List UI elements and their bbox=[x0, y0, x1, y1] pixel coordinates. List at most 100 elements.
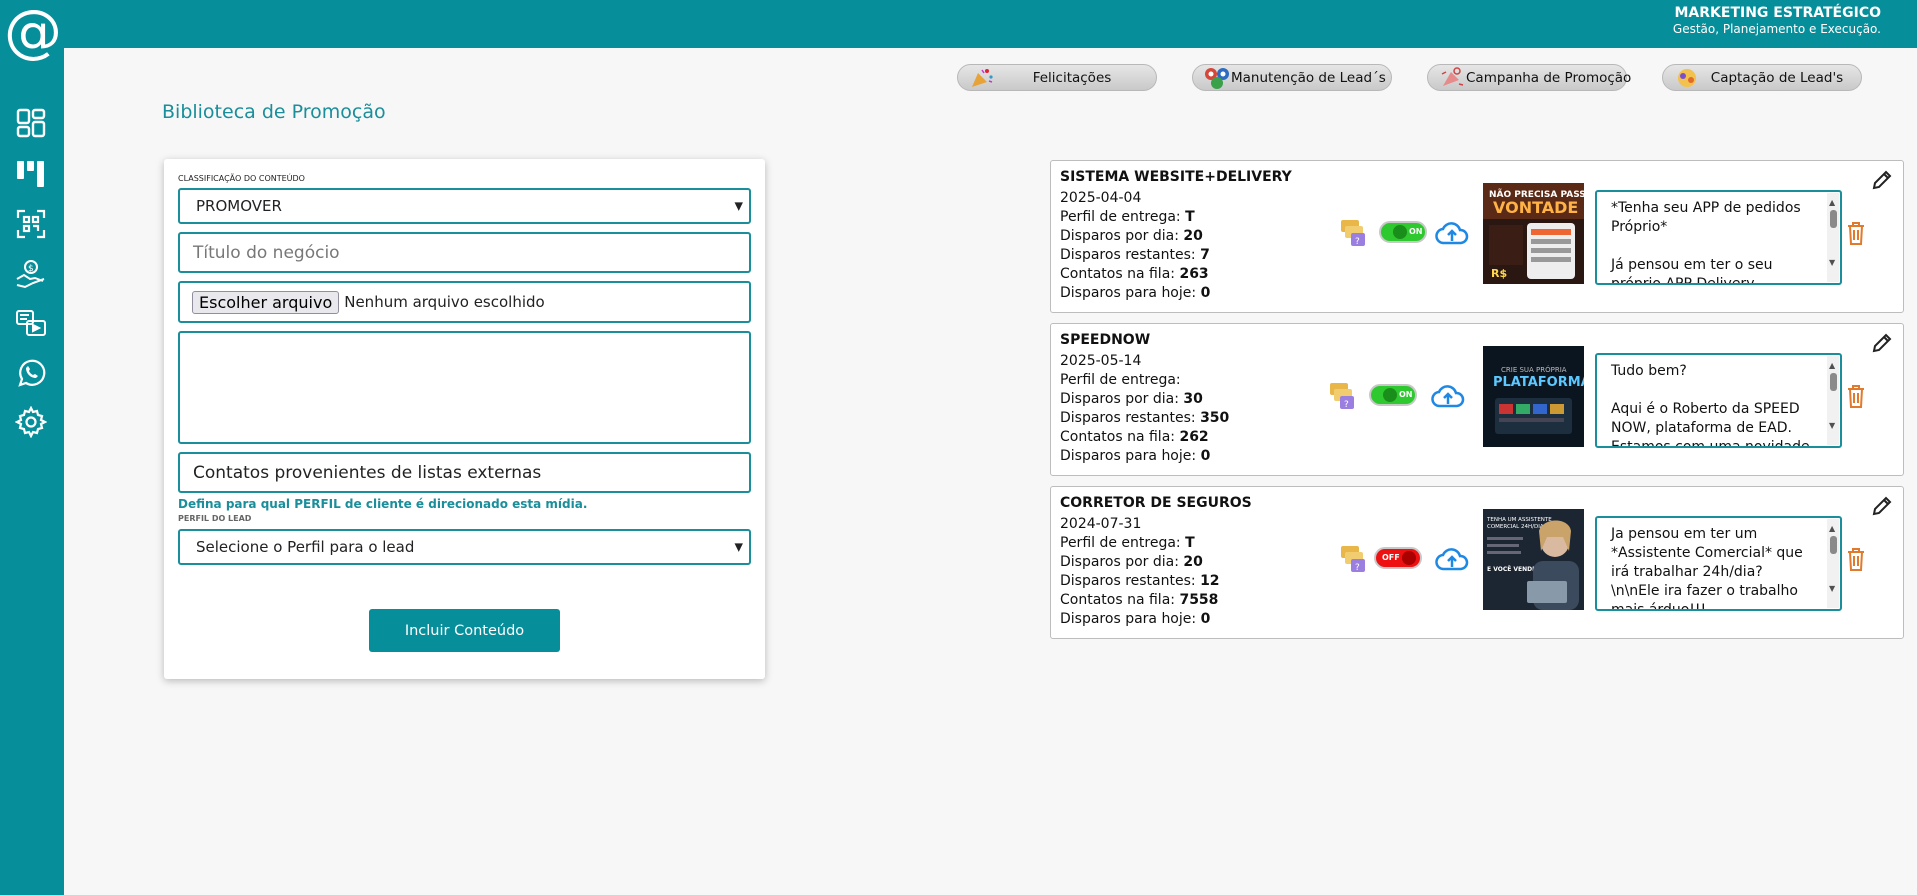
contacts-source-value: Contatos provenientes de listas externas bbox=[193, 462, 542, 483]
promo-profile: Perfil de entrega: T bbox=[1060, 535, 1195, 551]
pencil-icon[interactable] bbox=[1871, 169, 1893, 191]
pencil-icon[interactable] bbox=[1871, 332, 1893, 354]
classification-label: CLASSIFICAÇÃO DO CONTEÚDO bbox=[178, 174, 305, 183]
promo-remaining-sends: Disparos restantes: 7 bbox=[1060, 247, 1210, 263]
promo-thumbnail: CRIE SUA PRÓPRIA PLATAFORMA bbox=[1483, 346, 1584, 447]
promo-message-text: Ja pensou em ter um *Assistente Comercia… bbox=[1611, 526, 1803, 611]
svg-text:R$: R$ bbox=[1491, 267, 1507, 280]
whatsapp-icon[interactable] bbox=[14, 356, 48, 390]
promo-today-sends: Disparos para hoje: 0 bbox=[1060, 611, 1211, 627]
svg-text:CRIE SUA PRÓPRIA: CRIE SUA PRÓPRIA bbox=[1501, 365, 1567, 374]
toggle-knob bbox=[1383, 388, 1397, 402]
nav-manutencao-button[interactable]: Manutenção de Lead´s bbox=[1192, 64, 1392, 91]
promo-card: CORRETOR DE SEGUROS 2024-07-31 Perfil de… bbox=[1050, 486, 1904, 639]
party-popper-icon bbox=[968, 66, 996, 90]
file-status: Nenhum arquivo escolhido bbox=[344, 293, 545, 311]
nav-campanha-button[interactable]: Campanha de Promoção bbox=[1427, 64, 1631, 91]
cloud-upload-icon[interactable] bbox=[1435, 219, 1469, 247]
scrollbar[interactable]: ▲ ▼ bbox=[1827, 193, 1839, 282]
at-sign-logo[interactable]: @ bbox=[4, 2, 62, 60]
toggle-knob bbox=[1393, 225, 1407, 239]
svg-text:VONTADE: VONTADE bbox=[1493, 198, 1578, 217]
message-stack-icon[interactable]: ? bbox=[1339, 543, 1369, 575]
media-messages-icon[interactable] bbox=[14, 306, 48, 340]
scrollbar[interactable]: ▲ ▼ bbox=[1827, 519, 1839, 608]
active-toggle[interactable]: ON bbox=[1369, 384, 1417, 406]
team-icon bbox=[1203, 66, 1231, 90]
promo-message-textarea[interactable]: Ja pensou em ter um *Assistente Comercia… bbox=[1595, 516, 1842, 611]
message-textarea[interactable] bbox=[178, 331, 751, 444]
promo-today-sends: Disparos para hoje: 0 bbox=[1060, 448, 1211, 464]
business-title-input[interactable]: Título do negócio bbox=[178, 232, 751, 273]
money-handshake-icon[interactable]: $ bbox=[14, 258, 48, 292]
promo-daily-sends: Disparos por dia: 30 bbox=[1060, 391, 1203, 407]
svg-text:$: $ bbox=[28, 264, 34, 274]
include-content-button[interactable]: Incluir Conteúdo bbox=[369, 609, 560, 652]
promo-queue-contacts: Contatos na fila: 263 bbox=[1060, 266, 1209, 282]
promo-profile: Perfil de entrega: bbox=[1060, 372, 1181, 388]
dashboard-icon[interactable] bbox=[14, 106, 48, 140]
app-title: MARKETING ESTRATÉGICO bbox=[1674, 5, 1881, 21]
scrollbar[interactable]: ▲ ▼ bbox=[1827, 356, 1839, 445]
promo-card: SPEEDNOW 2025-05-14 Perfil de entrega: D… bbox=[1050, 323, 1904, 476]
message-stack-icon[interactable]: ? bbox=[1328, 380, 1358, 412]
promo-daily-sends: Disparos por dia: 20 bbox=[1060, 554, 1203, 570]
promo-date: 2025-05-14 bbox=[1060, 353, 1142, 369]
message-stack-icon[interactable]: ? bbox=[1339, 217, 1369, 249]
contacts-source-field[interactable]: Contatos provenientes de listas externas bbox=[178, 452, 751, 493]
nav-label: Felicitações bbox=[1032, 69, 1112, 86]
toggle-knob bbox=[1402, 551, 1416, 565]
promo-thumbnail: NÃO PRECISA PASSARVONTADER$ bbox=[1483, 183, 1584, 284]
promo-message-textarea[interactable]: *Tenha seu APP de pedidos Próprio* Já pe… bbox=[1595, 190, 1842, 285]
svg-text:COMERCIAL 24H/DIA: COMERCIAL 24H/DIA bbox=[1487, 524, 1544, 530]
promo-date: 2025-04-04 bbox=[1060, 190, 1142, 206]
promo-date: 2024-07-31 bbox=[1060, 516, 1142, 532]
promo-message-text: *Tenha seu APP de pedidos Próprio* Já pe… bbox=[1611, 200, 1801, 285]
nav-captacao-button[interactable]: Captação de Lead's bbox=[1662, 64, 1862, 91]
nav-felicitacoes-button[interactable]: Felicitações bbox=[957, 64, 1157, 91]
app-subtitle: Gestão, Planejamento e Execução. bbox=[1672, 22, 1881, 36]
cloud-upload-icon[interactable] bbox=[1431, 382, 1465, 410]
classification-select[interactable]: PROMOVER ▼ bbox=[178, 188, 751, 224]
promo-card: SISTEMA WEBSITE+DELIVERY 2025-04-04 Perf… bbox=[1050, 160, 1904, 313]
promo-daily-sends: Disparos por dia: 20 bbox=[1060, 228, 1203, 244]
lead-capture-icon bbox=[1673, 66, 1701, 90]
promo-thumbnail: TENHA UM ASSISTENTE COMERCIAL 24H/DIA E VO… bbox=[1483, 509, 1584, 610]
content-form: CLASSIFICAÇÃO DO CONTEÚDO PROMOVER ▼ Tít… bbox=[164, 159, 765, 679]
svg-text:?: ? bbox=[1355, 563, 1360, 573]
qr-scan-icon[interactable] bbox=[14, 207, 48, 241]
promo-message-text: Tudo bem? Aqui é o Roberto da SPEED NOW,… bbox=[1611, 363, 1810, 448]
nav-label: Campanha de Promoção bbox=[1466, 69, 1632, 86]
trash-icon[interactable] bbox=[1845, 220, 1867, 246]
toggle-label: ON bbox=[1399, 390, 1413, 399]
promo-name: CORRETOR DE SEGUROS bbox=[1060, 495, 1252, 511]
active-toggle[interactable]: OFF bbox=[1374, 547, 1422, 569]
trash-icon[interactable] bbox=[1845, 546, 1867, 572]
promotion-icon bbox=[1438, 66, 1466, 90]
gear-icon[interactable] bbox=[14, 405, 48, 439]
kanban-icon[interactable] bbox=[14, 156, 48, 190]
file-input[interactable]: Escolher arquivo Nenhum arquivo escolhid… bbox=[178, 281, 751, 323]
toggle-label: OFF bbox=[1382, 553, 1400, 562]
promo-queue-contacts: Contatos na fila: 262 bbox=[1060, 429, 1209, 445]
svg-text:?: ? bbox=[1355, 237, 1360, 247]
promo-today-sends: Disparos para hoje: 0 bbox=[1060, 285, 1211, 301]
toggle-label: ON bbox=[1409, 227, 1423, 236]
active-toggle[interactable]: ON bbox=[1379, 221, 1427, 243]
choose-file-button[interactable]: Escolher arquivo bbox=[192, 290, 340, 314]
profile-select[interactable]: Selecione o Perfil para o lead ▼ bbox=[178, 529, 751, 565]
trash-icon[interactable] bbox=[1845, 383, 1867, 409]
promo-name: SISTEMA WEBSITE+DELIVERY bbox=[1060, 169, 1292, 185]
promo-name: SPEEDNOW bbox=[1060, 332, 1151, 348]
classification-value: PROMOVER bbox=[196, 197, 282, 215]
promo-message-textarea[interactable]: Tudo bem? Aqui é o Roberto da SPEED NOW,… bbox=[1595, 353, 1842, 448]
svg-text:TENHA UM ASSISTENTE: TENHA UM ASSISTENTE bbox=[1486, 517, 1552, 523]
profile-label: PERFIL DO LEAD bbox=[178, 514, 252, 523]
chevron-down-icon: ▼ bbox=[734, 540, 743, 554]
promo-queue-contacts: Contatos na fila: 7558 bbox=[1060, 592, 1219, 608]
promo-profile: Perfil de entrega: T bbox=[1060, 209, 1195, 225]
cloud-upload-icon[interactable] bbox=[1435, 545, 1469, 573]
pencil-icon[interactable] bbox=[1871, 495, 1893, 517]
nav-label: Captação de Lead's bbox=[1710, 69, 1844, 86]
sidebar: @ $ bbox=[0, 0, 64, 895]
